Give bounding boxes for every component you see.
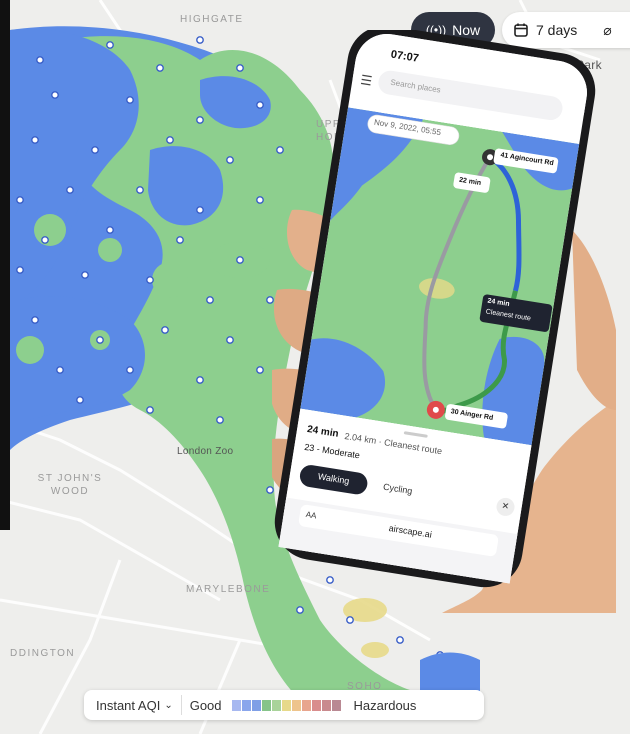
legend-swatch: [331, 699, 341, 711]
map-label-london-zoo: London Zoo: [177, 446, 234, 457]
sensor-dot[interactable]: [126, 366, 134, 374]
app-screenshot: HIGHGATE UPPER HOLLOWAY ST JOHN'S WOOD L…: [0, 0, 630, 734]
sensor-dot[interactable]: [96, 336, 104, 344]
sensor-dot[interactable]: [66, 186, 74, 194]
sensor-dot[interactable]: [126, 96, 134, 104]
legend-hazardous-label: Hazardous: [353, 697, 417, 713]
legend-swatch: [241, 699, 251, 711]
legend-color-scale: [231, 699, 342, 711]
sensor-dot[interactable]: [256, 196, 264, 204]
legend-swatch: [261, 699, 271, 711]
legend-swatch: [281, 699, 291, 711]
legend-swatch: [231, 699, 241, 711]
sensor-dot[interactable]: [36, 56, 44, 64]
legend-swatch: [301, 699, 311, 711]
sensor-dot[interactable]: [41, 236, 49, 244]
sensor-dot[interactable]: [396, 636, 404, 644]
sensor-dot[interactable]: [16, 196, 24, 204]
aqi-legend: Instant AQI ⌄ Good Hazardous: [84, 690, 484, 720]
sensor-dot[interactable]: [196, 116, 204, 124]
sensor-dot[interactable]: [196, 376, 204, 384]
sensor-dot[interactable]: [56, 366, 64, 374]
chevron-down-icon: ⌄: [164, 699, 173, 711]
sensor-dot[interactable]: [236, 64, 244, 72]
sensor-dot[interactable]: [216, 416, 224, 424]
sensor-dot[interactable]: [161, 326, 169, 334]
instant-aqi-dropdown[interactable]: Instant AQI ⌄: [96, 698, 173, 713]
sensor-dot[interactable]: [346, 616, 354, 624]
sensor-dot[interactable]: [236, 256, 244, 264]
sensor-dot[interactable]: [256, 366, 264, 374]
sensor-dot[interactable]: [91, 146, 99, 154]
legend-swatch: [311, 699, 321, 711]
sensor-dot[interactable]: [156, 64, 164, 72]
instant-aqi-label: Instant AQI: [96, 697, 161, 713]
map-label-highgate: HIGHGATE: [180, 14, 244, 25]
sensor-dot[interactable]: [146, 406, 154, 414]
sensor-dot[interactable]: [196, 206, 204, 214]
sensor-dot[interactable]: [106, 41, 114, 49]
sensor-dot[interactable]: [106, 226, 114, 234]
legend-swatch: [251, 699, 261, 711]
sensor-dot[interactable]: [16, 266, 24, 274]
sensor-dot[interactable]: [51, 91, 59, 99]
sensor-dot[interactable]: [196, 36, 204, 44]
sensor-dot[interactable]: [226, 336, 234, 344]
map-label-marylebone: MARYLEBONE: [186, 584, 271, 595]
phone-photo: [272, 30, 616, 613]
map-label-paddington: DDINGTON: [10, 648, 76, 659]
sensor-dot[interactable]: [176, 236, 184, 244]
legend-swatch: [271, 699, 281, 711]
map-label-st-johns-wood: ST JOHN'S WOOD: [37, 473, 103, 497]
sensor-dot[interactable]: [81, 271, 89, 279]
legend-good-label: Good: [189, 697, 222, 713]
legend-divider: [180, 695, 182, 715]
sensor-dot[interactable]: [146, 276, 154, 284]
legend-swatch: [321, 699, 331, 711]
sensor-dot[interactable]: [206, 296, 214, 304]
sensor-dot[interactable]: [166, 136, 174, 144]
sensor-dot[interactable]: [136, 186, 144, 194]
sensor-dot[interactable]: [256, 101, 264, 109]
sensor-dot[interactable]: [76, 396, 84, 404]
sensor-dot[interactable]: [31, 136, 39, 144]
sensor-dot[interactable]: [226, 156, 234, 164]
sensor-dot[interactable]: [31, 316, 39, 324]
legend-swatch: [291, 699, 301, 711]
